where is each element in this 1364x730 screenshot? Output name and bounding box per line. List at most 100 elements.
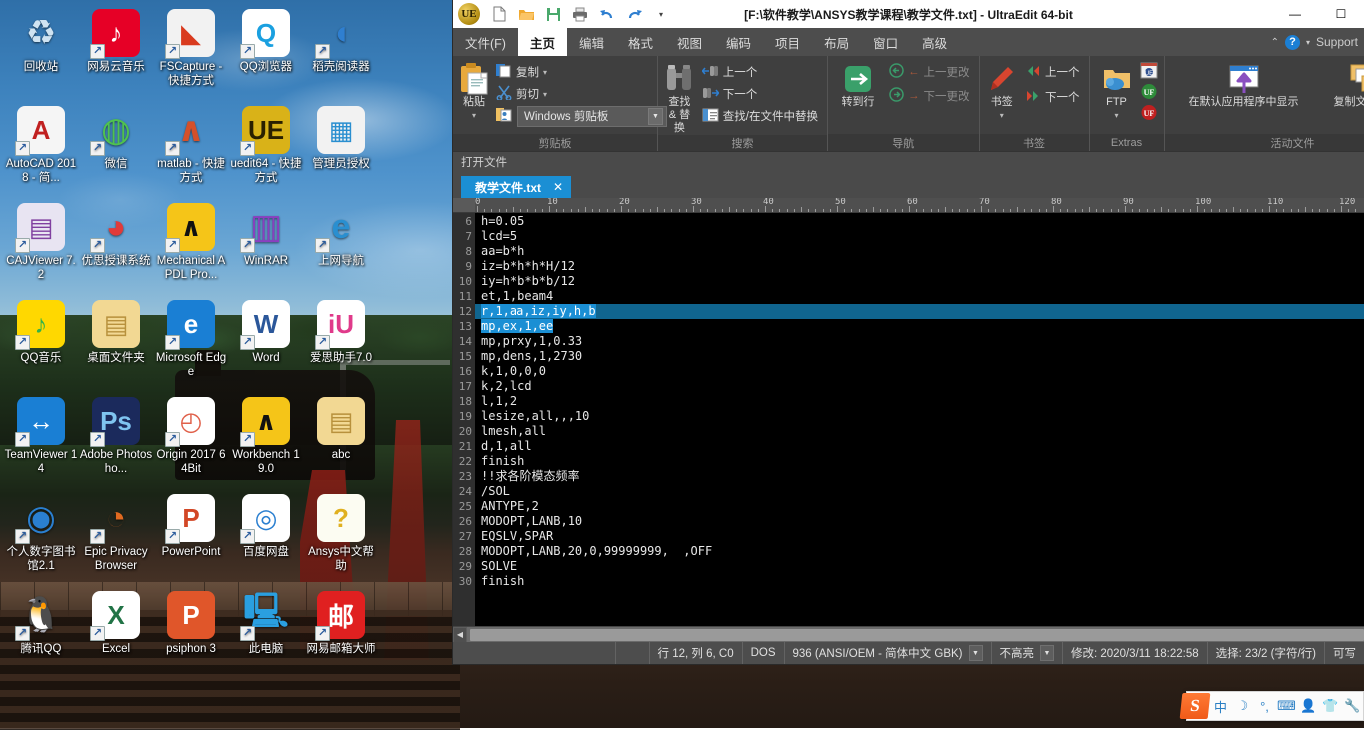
ribbon-tab-0[interactable]: 文件(F): [453, 28, 518, 56]
desktop-icon[interactable]: ?Ansys中文帮助: [304, 489, 378, 586]
code-line[interactable]: k,1,0,0,0: [475, 364, 1364, 379]
code-line[interactable]: mp,dens,1,2730: [475, 349, 1364, 364]
code-line[interactable]: iy=h*b*b*b/12: [475, 274, 1364, 289]
clipboard-combo[interactable]: Windows 剪贴板 ▼: [517, 106, 667, 127]
desktop-icon[interactable]: e↗上网导航: [304, 198, 378, 295]
save-icon[interactable]: [541, 2, 565, 26]
code-line[interactable]: lesize,all,,,10: [475, 409, 1364, 424]
prev-change-button[interactable]: ← 上一更改: [886, 62, 973, 82]
minimize-button[interactable]: —: [1272, 0, 1318, 28]
desktop-icon[interactable]: Q↗QQ浏览器: [229, 4, 303, 101]
ime-toolbox-icon[interactable]: 🔧: [1342, 693, 1363, 719]
desktop-icon[interactable]: ∧↗Workbench 19.0: [229, 392, 303, 489]
desktop-icon[interactable]: ▦管理员授权: [304, 101, 378, 198]
copy-caret-icon[interactable]: ▾: [543, 68, 547, 77]
code-line[interactable]: finish: [475, 454, 1364, 469]
code-line[interactable]: iz=b*h*h*H/12: [475, 259, 1364, 274]
qat-more-icon[interactable]: ▾: [649, 2, 673, 26]
horizontal-scrollbar[interactable]: ◀: [453, 626, 1364, 642]
sogou-logo-icon[interactable]: S: [1180, 693, 1211, 719]
desktop-icon[interactable]: X↗Excel: [79, 586, 153, 683]
desktop-icon[interactable]: A↗AutoCAD 2018 - 简...: [4, 101, 78, 198]
open-folder-icon[interactable]: [514, 2, 538, 26]
ribbon-tab-9[interactable]: 高级: [910, 28, 959, 56]
ultraedit-window[interactable]: UE ▾ [F:\软件教学\ANSYS教学课程\教学文件.txt] - Ultr…: [453, 0, 1364, 664]
collapse-ribbon-icon[interactable]: ⌃: [1271, 37, 1279, 48]
code-line[interactable]: d,1,all: [475, 439, 1364, 454]
file-tab-close-icon[interactable]: ✕: [553, 180, 563, 194]
desktop-icon[interactable]: ♪↗QQ音乐: [4, 295, 78, 392]
find-replace-button[interactable]: 查找 & 替换: [664, 60, 695, 135]
new-file-icon[interactable]: [487, 2, 511, 26]
desktop-icon[interactable]: ◉↗个人数字图书馆2.1: [4, 489, 78, 586]
ufsftp-button[interactable]: UF: [1140, 104, 1158, 124]
status-highlight-mode[interactable]: 不高亮 ▼: [992, 642, 1064, 664]
scroll-left-arrow-icon[interactable]: ◀: [453, 627, 467, 643]
ultraedit-titlebar[interactable]: UE ▾ [F:\软件教学\ANSYS教学课程\教学文件.txt] - Ultr…: [453, 0, 1364, 28]
desktop-icon[interactable]: 邮↗网易邮箱大师: [304, 586, 378, 683]
find-in-files-button[interactable]: 查找/在文件中替换: [699, 106, 821, 126]
code-line[interactable]: lcd=5: [475, 229, 1364, 244]
support-link[interactable]: Support: [1316, 35, 1358, 49]
code-line[interactable]: l,1,2: [475, 394, 1364, 409]
open-in-default-app-button[interactable]: 在默认应用程序中显示: [1179, 60, 1309, 109]
sogou-ime-toolbar[interactable]: S 中☽°,⌨👤👕🔧: [1186, 691, 1364, 721]
desktop-icon[interactable]: ◣↗FSCapture - 快捷方式: [154, 4, 228, 101]
file-tab[interactable]: 教学文件.txt ✕: [461, 176, 571, 198]
ime-moon-icon[interactable]: ☽: [1232, 693, 1253, 719]
text-editor-area[interactable]: 6789101112131415161718192021222324252627…: [453, 213, 1364, 626]
desktop-icon[interactable]: Ppsiphon 3: [154, 586, 228, 683]
find-prev-button[interactable]: 上一个: [699, 62, 821, 82]
desktop-icon[interactable]: ∧↗Mechanical APDL Pro...: [154, 198, 228, 295]
desktop-icon[interactable]: ▤桌面文件夹: [79, 295, 153, 392]
desktop-icon[interactable]: ♻回收站: [4, 4, 78, 101]
help-icon[interactable]: ?: [1285, 35, 1300, 50]
ribbon-tab-8[interactable]: 窗口: [861, 28, 910, 56]
status-highlight-caret-icon[interactable]: ▼: [1040, 645, 1054, 661]
code-line[interactable]: ANTYPE,2: [475, 499, 1364, 514]
ribbon-tab-1[interactable]: 主页: [518, 28, 567, 56]
code-line[interactable]: et,1,beam4: [475, 289, 1364, 304]
code-line[interactable]: h=0.05: [475, 214, 1364, 229]
desktop-icon[interactable]: ◍↗微信: [79, 101, 153, 198]
desktop-icon[interactable]: ↔↗TeamViewer 14: [4, 392, 78, 489]
desktop-icon[interactable]: Ps↗Adobe Photosho...: [79, 392, 153, 489]
bookmark-caret-icon[interactable]: ▾: [1000, 109, 1004, 122]
code-line[interactable]: finish: [475, 574, 1364, 589]
desktop-icon[interactable]: UE↗uedit64 - 快捷方式: [229, 101, 303, 198]
status-codepage[interactable]: 936 (ANSI/OEM - 简体中文 GBK) ▼: [785, 642, 992, 664]
paste-button[interactable]: 粘贴 ▾: [459, 60, 489, 122]
maximize-button[interactable]: ☐: [1318, 0, 1364, 28]
code-line[interactable]: aa=b*h: [475, 244, 1364, 259]
horizontal-scroll-thumb[interactable]: [470, 629, 1364, 641]
desktop-icon[interactable]: 🖳↗此电脑: [229, 586, 303, 683]
desktop-icon[interactable]: e↗Microsoft Edge: [154, 295, 228, 392]
ime-punctuation-icon[interactable]: °,: [1254, 693, 1275, 719]
desktop-icon[interactable]: ♪↗网易云音乐: [79, 4, 153, 101]
bookmark-prev-button[interactable]: 上一个: [1022, 62, 1083, 82]
code-line[interactable]: !!求各阶模态频率: [475, 469, 1364, 484]
next-change-button[interactable]: → 下一更改: [886, 86, 973, 106]
desktop-icon[interactable]: W↗Word: [229, 295, 303, 392]
paste-caret-icon[interactable]: ▾: [472, 109, 476, 122]
status-line-ending[interactable]: DOS: [743, 642, 785, 664]
copy-button[interactable]: 复制 ▾: [493, 62, 670, 82]
desktop-icon[interactable]: iU↗爱思助手7.0: [304, 295, 378, 392]
desktop-icon[interactable]: ◎↗百度网盘: [229, 489, 303, 586]
redo-icon[interactable]: [622, 2, 646, 26]
code-line[interactable]: lmesh,all: [475, 424, 1364, 439]
code-line[interactable]: EQSLV,SPAR: [475, 529, 1364, 544]
ime-skin-icon[interactable]: 👕: [1320, 693, 1341, 719]
code-line[interactable]: mp,ex,1,ee: [475, 319, 1364, 334]
uf-button[interactable]: UF: [1140, 83, 1158, 103]
code-line[interactable]: mp,prxy,1,0.33: [475, 334, 1364, 349]
ime-language-icon[interactable]: 中: [1210, 693, 1231, 719]
copy-file-path-button[interactable]: 复制文件路径: [1319, 60, 1364, 109]
desktop-icon[interactable]: ◔↗Epic Privacy Browser: [79, 489, 153, 586]
bookmark-next-button[interactable]: 下一个: [1022, 87, 1083, 107]
desktop-icon[interactable]: ◴↗Origin 2017 64Bit: [154, 392, 228, 489]
ftp-button[interactable]: FTP ▾: [1096, 60, 1138, 122]
code-line[interactable]: SOLVE: [475, 559, 1364, 574]
desktop-icon[interactable]: ▤abc: [304, 392, 378, 489]
ribbon-tab-4[interactable]: 视图: [665, 28, 714, 56]
